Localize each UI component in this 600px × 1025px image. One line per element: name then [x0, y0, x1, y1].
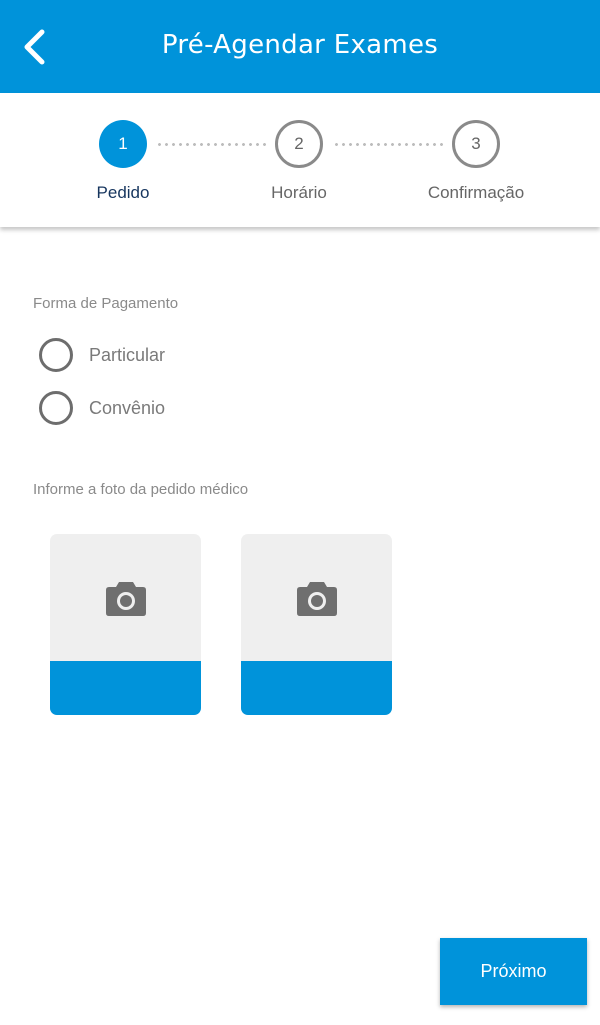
step-2-label: Horário	[271, 183, 327, 202]
photo-slot-1[interactable]	[50, 534, 201, 715]
step-connector-1-2	[156, 143, 268, 146]
app-bar: Pré-Agendar Exames	[0, 0, 600, 93]
page-title: Pré-Agendar Exames	[161, 30, 439, 60]
photo-placeholder[interactable]	[241, 534, 392, 661]
step-connector-2-3	[333, 143, 445, 146]
photo-slot-bar[interactable]	[50, 661, 201, 715]
step-indicator: 1 2 3 Pedido Horário Confirmação	[0, 93, 600, 227]
camera-icon	[296, 581, 337, 616]
payment-method-label: Forma de Pagamento	[33, 295, 179, 312]
radio-button[interactable]	[39, 391, 73, 425]
radio-option-particular[interactable]: Particular	[39, 338, 165, 372]
step-2-circle: 2	[275, 120, 323, 168]
radio-label: Particular	[89, 344, 166, 365]
step-1-label: Pedido	[96, 183, 150, 202]
radio-option-convenio[interactable]: Convênio	[39, 391, 165, 425]
step-1-circle: 1	[99, 120, 147, 168]
step-3-label: Confirmação	[427, 183, 525, 202]
radio-button[interactable]	[39, 338, 73, 372]
photo-slot-2[interactable]	[241, 534, 392, 715]
photo-placeholder[interactable]	[50, 534, 201, 661]
photo-upload-label: Informe a foto da pedido médico	[33, 481, 249, 498]
step-3-circle: 3	[452, 120, 500, 168]
radio-label: Convênio	[89, 397, 166, 418]
next-button[interactable]: Próximo	[440, 938, 587, 1005]
camera-icon	[105, 581, 146, 616]
photo-slot-bar[interactable]	[241, 661, 392, 715]
